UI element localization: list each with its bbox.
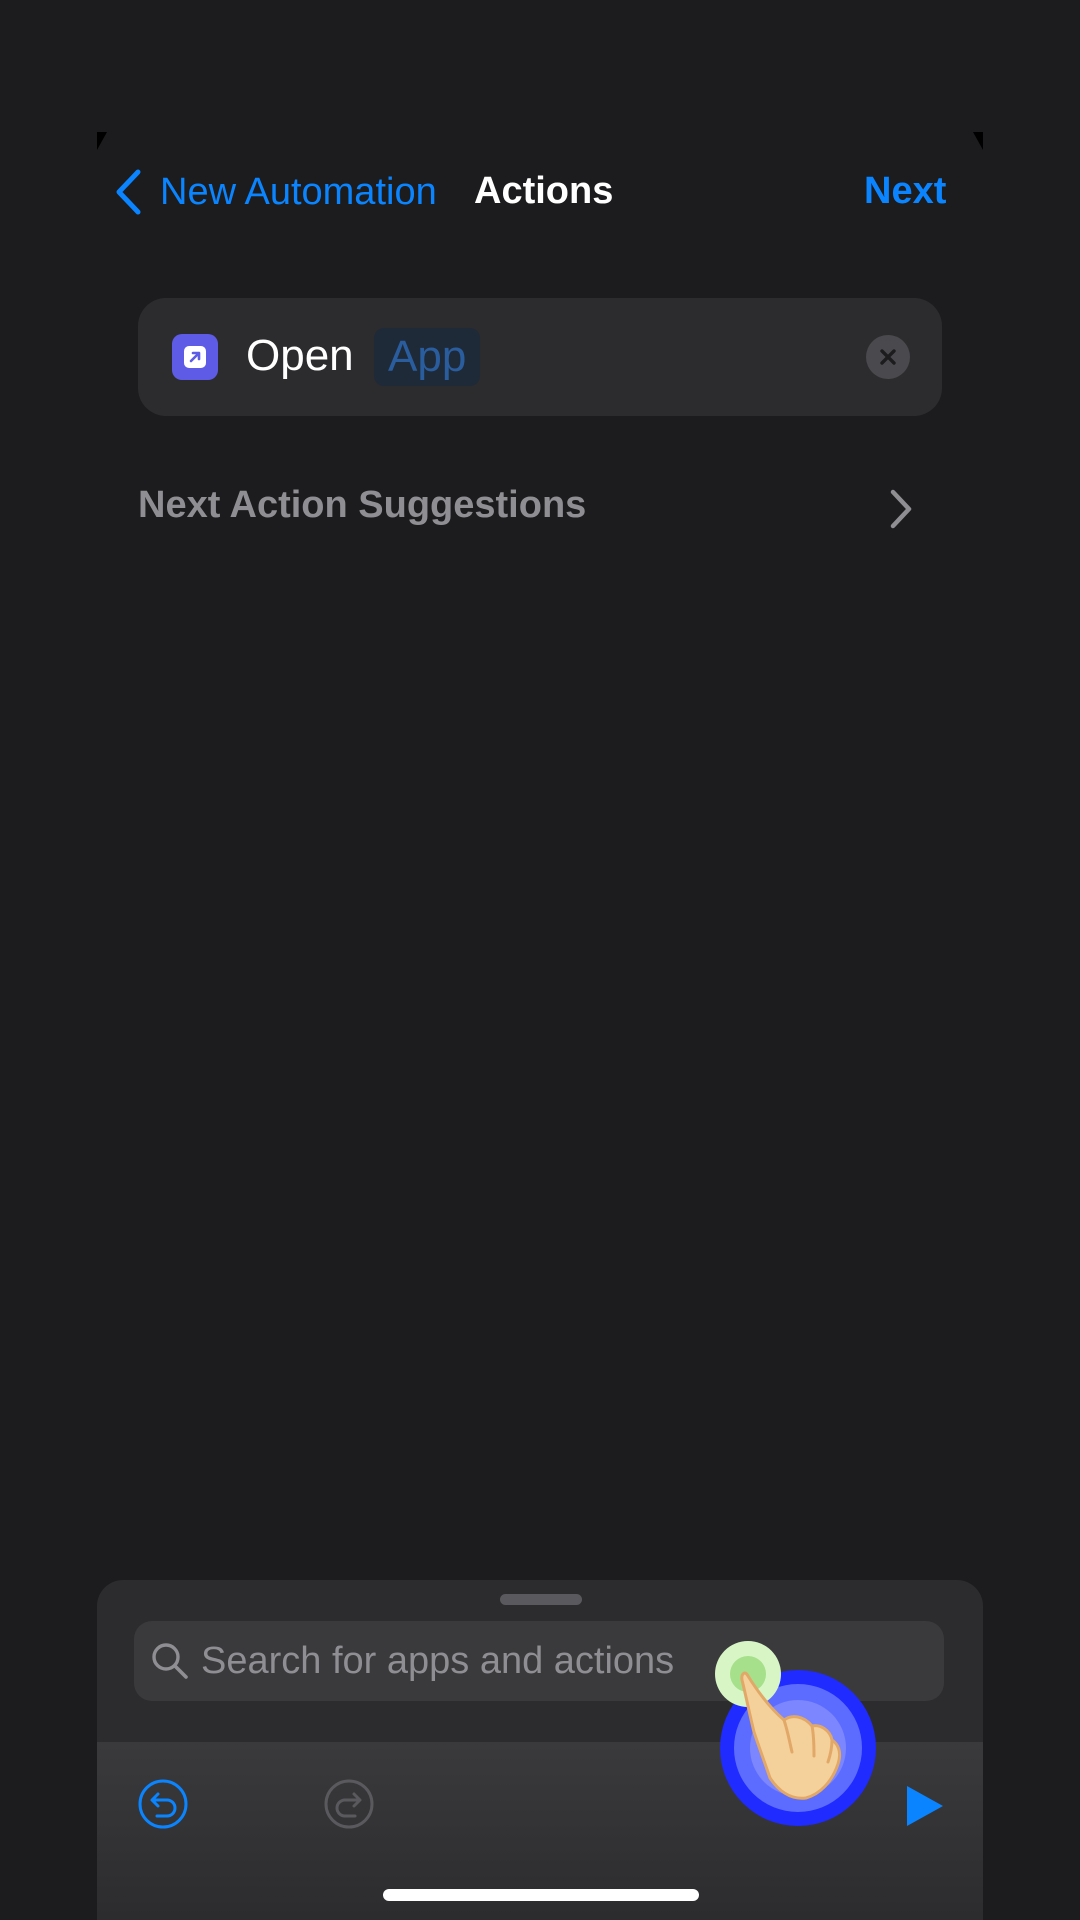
tap-hint-icon bbox=[715, 1641, 876, 1826]
page-title: Actions bbox=[474, 170, 614, 212]
chevron-right-icon[interactable] bbox=[888, 488, 914, 530]
close-icon bbox=[880, 349, 896, 365]
back-button[interactable]: New Automation bbox=[114, 168, 437, 216]
undo-icon[interactable] bbox=[137, 1778, 189, 1830]
open-app-icon bbox=[172, 334, 218, 380]
next-action-suggestions[interactable]: Next Action Suggestions bbox=[138, 484, 586, 527]
action-verb: Open bbox=[246, 331, 354, 380]
sheet-grabber[interactable] bbox=[500, 1594, 582, 1605]
home-indicator bbox=[383, 1889, 699, 1901]
search-icon bbox=[152, 1643, 188, 1679]
remove-action-button[interactable] bbox=[866, 335, 910, 379]
back-button-label: New Automation bbox=[160, 170, 437, 213]
next-button[interactable]: Next bbox=[864, 170, 946, 213]
search-placeholder: Search for apps and actions bbox=[201, 1640, 675, 1682]
play-icon[interactable] bbox=[905, 1784, 945, 1828]
open-app-action-card[interactable]: Open App bbox=[138, 298, 942, 416]
app-parameter-token[interactable]: App bbox=[374, 328, 481, 386]
redo-icon[interactable] bbox=[323, 1778, 375, 1830]
chevron-left-icon bbox=[116, 169, 141, 215]
